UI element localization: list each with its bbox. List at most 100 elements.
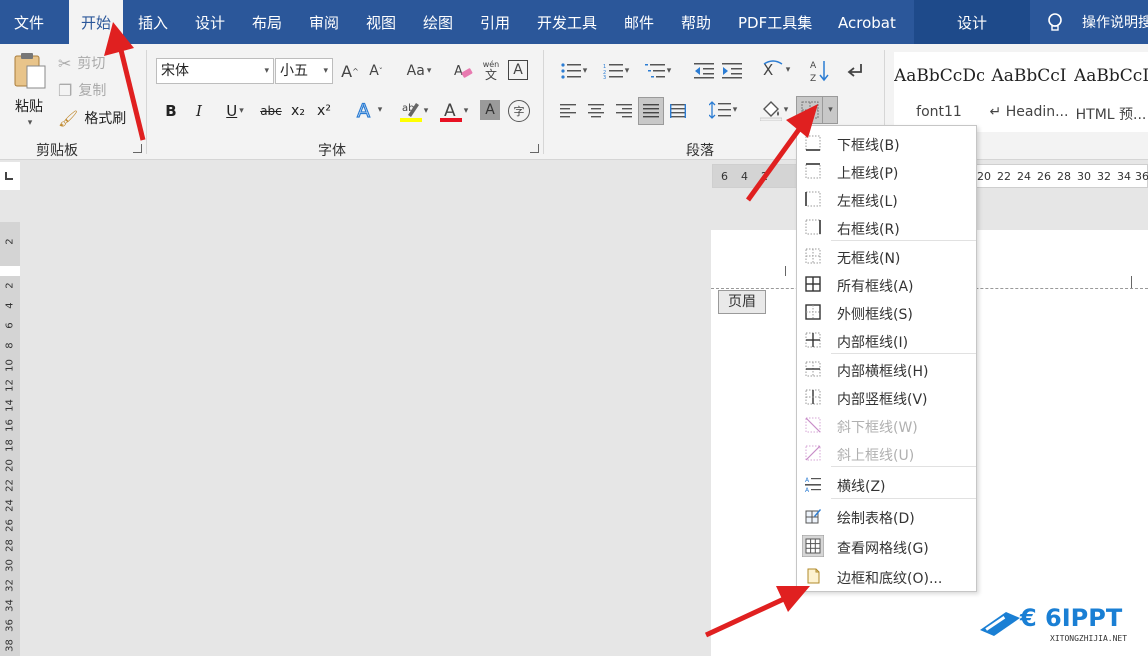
cut-button[interactable]: ✂ 剪切 [58,52,105,74]
menu-item-draw-table[interactable]: 绘制表格(D) [797,502,976,530]
menu-item-top-border[interactable]: 上框线(P) [797,157,976,185]
align-left-button[interactable] [558,100,578,122]
tab-pdf-tools[interactable]: PDF工具集 [738,0,812,44]
menu-separator [831,466,976,467]
menu-item-diagonal-up-border[interactable]: 斜上框线(U) [797,439,976,467]
enclose-characters-button[interactable]: 字 [508,100,530,122]
decrease-indent-icon [694,63,714,79]
menu-item-all-borders[interactable]: 所有框线(A) [797,270,976,298]
asian-layout-button[interactable]: X ▾ [758,58,794,82]
svg-text:A: A [805,487,810,492]
chevron-down-icon: ▾ [785,65,791,75]
character-shading-button[interactable]: A [480,100,500,120]
style-gallery-item[interactable]: AaBbCcD HTML 预... [1074,52,1148,132]
tab-selector[interactable] [0,162,20,190]
italic-button[interactable]: I [190,100,208,122]
font-name-box[interactable]: 宋体 ▾ [156,58,274,84]
watermark-url: XITONGZHIJIA.NET [1050,634,1128,643]
menu-item-label: 斜上框线(U) [837,448,915,464]
menu-item-borders-and-shading[interactable]: 边框和底纹(O)... [797,562,976,590]
tab-file[interactable]: 文件 [14,0,44,44]
tab-view[interactable]: 视图 [366,0,396,44]
tab-mailings[interactable]: 邮件 [624,0,654,44]
font-color-button[interactable]: A ▾ [436,98,472,124]
tab-acrobat[interactable]: Acrobat [838,0,896,44]
font-size-box[interactable]: 小五 ▾ [275,58,333,84]
bold-button[interactable]: B [162,100,180,122]
paste-dropdown-icon[interactable]: ▾ [28,118,33,128]
borders-button[interactable]: ▾ [796,96,838,124]
clipboard-launcher-icon[interactable] [133,144,142,153]
diagonal-up-border-icon [805,445,821,461]
line-spacing-button[interactable]: ▾ [704,98,742,122]
style-gallery-item[interactable]: AaBbCcI ↵ Headin... [984,52,1074,132]
paste-button[interactable]: 粘贴 ▾ [8,50,50,132]
tab-layout[interactable]: 布局 [252,0,282,44]
menu-item-no-border[interactable]: 无框线(N) [797,242,976,270]
menu-item-inside-horizontal-border[interactable]: 内部横框线(H) [797,355,976,383]
tab-design[interactable]: 设计 [195,0,225,44]
chevron-down-icon: ▾ [666,66,672,76]
text-effects-button[interactable]: A ▾ [350,98,386,122]
chevron-down-icon[interactable]: ▾ [264,59,269,83]
menu-item-right-border[interactable]: 右框线(R) [797,213,976,241]
tab-help[interactable]: 帮助 [681,0,711,44]
tab-insert[interactable]: 插入 [138,0,168,44]
menu-item-label: 斜下框线(W) [837,420,918,436]
menu-item-bottom-border[interactable]: 下框线(B) [797,129,976,157]
decrease-indent-button[interactable] [692,60,716,82]
sort-button[interactable]: AZ [808,58,832,84]
tab-context-design[interactable]: 设计 [914,0,1030,44]
menu-item-outside-borders[interactable]: 外侧框线(S) [797,298,976,326]
shading-button[interactable]: ▾ [754,96,794,124]
align-right-button[interactable] [614,100,634,122]
chevron-down-icon[interactable]: ▾ [323,59,328,83]
ruler-tick: 6 [721,170,728,183]
menu-item-view-gridlines[interactable]: 查看网格线(G) [797,532,976,560]
tab-references[interactable]: 引用 [480,0,510,44]
bullets-button[interactable]: ▾ [556,60,592,82]
font-launcher-icon[interactable] [530,144,539,153]
menu-item-horizontal-line[interactable]: AA 横线(Z) [797,470,976,498]
superscript-button[interactable]: x² [314,100,334,122]
tab-developer[interactable]: 开发工具 [537,0,597,44]
multilevel-list-button[interactable]: ▾ [640,60,676,82]
distributed-button[interactable] [668,100,688,122]
left-border-icon [805,191,821,207]
character-border-button[interactable]: A [508,60,528,80]
vertical-ruler[interactable]: 2 2 4 6 8 10 12 14 16 18 20 22 24 26 28 … [0,222,20,656]
grow-font-button[interactable]: A ^ [340,60,360,82]
menu-item-inside-vertical-border[interactable]: 内部竖框线(V) [797,383,976,411]
menu-item-left-border[interactable]: 左框线(L) [797,185,976,213]
shrink-font-button[interactable]: Aˇ [366,60,386,82]
increase-indent-button[interactable] [720,60,744,82]
style-name: ↵ Headin... [989,104,1069,120]
highlight-button[interactable]: ab ▾ [394,98,434,124]
copy-icon: ❐ [58,80,73,100]
tell-me-box[interactable]: 操作说明搜 [1046,0,1148,44]
strikethrough-button[interactable]: abc [258,100,284,122]
copy-button[interactable]: ❐ 复制 [58,79,106,101]
chevron-down-icon[interactable]: ▾ [828,105,833,115]
clear-formatting-button[interactable]: A [452,60,474,82]
phonetic-guide-button[interactable]: wén 文 [480,58,502,84]
style-gallery-item[interactable]: AaBbCcDc font11 [894,52,984,132]
justify-button[interactable] [638,97,664,125]
change-case-button[interactable]: Aa ▾ [402,60,436,82]
paint-bucket-icon [759,101,782,121]
align-center-button[interactable] [586,100,606,122]
tab-home[interactable]: 开始 [69,0,124,44]
subscript-button[interactable]: x₂ [288,100,308,122]
format-painter-button[interactable]: 🖌 格式刷 [58,107,126,129]
menu-item-diagonal-down-border[interactable]: 斜下框线(W) [797,411,976,439]
menu-item-inside-borders[interactable]: 内部框线(I) [797,326,976,354]
menu-separator [831,353,976,354]
underline-button[interactable]: U ▾ [218,100,252,122]
show-hide-button[interactable] [844,60,866,82]
tab-review[interactable]: 审阅 [309,0,339,44]
font-group-label: 字体 [318,143,346,159]
tab-draw[interactable]: 绘图 [423,0,453,44]
numbering-button[interactable]: 123 ▾ [598,60,634,82]
phonetic-char: 文 [484,68,497,82]
ruler-tick: 26 [4,519,16,532]
